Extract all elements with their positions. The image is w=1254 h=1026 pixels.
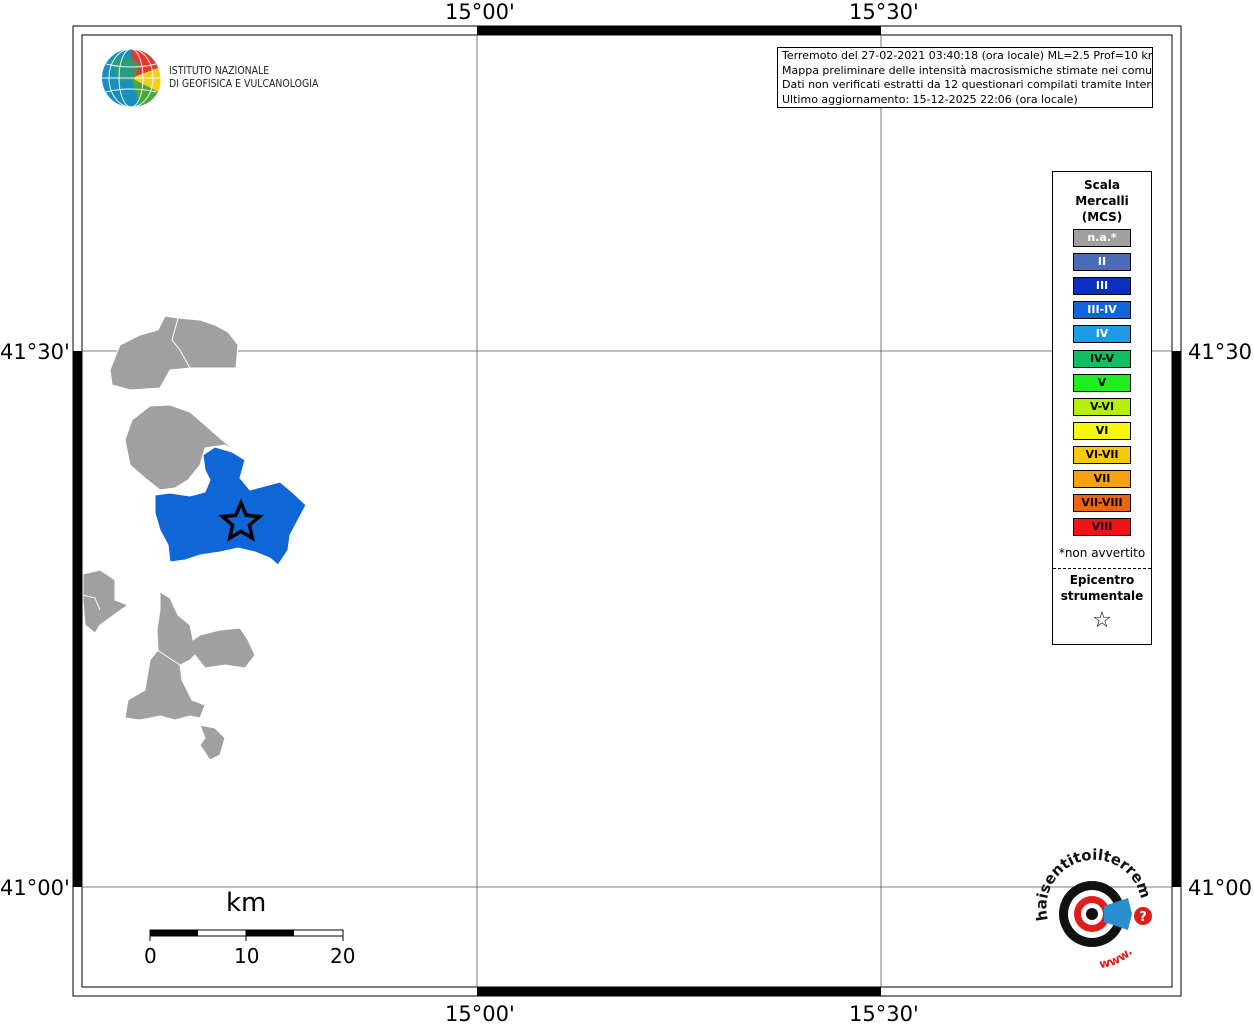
legend-swatch: V [1073, 373, 1131, 392]
svg-text:www.: www. [1098, 945, 1135, 972]
lat-label-left-4100: 41°00' [0, 876, 70, 900]
legend-swatch: VII [1073, 470, 1131, 488]
info-line-last-update: Ultimo aggiornamento: 15-12-2025 22:06 (… [782, 92, 1078, 106]
legend-swatch: III [1073, 277, 1131, 296]
lat-label-right-4130: 41°30' [1188, 340, 1254, 364]
lon-label-bottom-1500: 15°00' [445, 1002, 515, 1026]
ingv-logo-text: ISTITUTO NAZIONALE DI GEOFISICA E VULCAN… [169, 64, 318, 90]
scale-bar-tick-0: 0 [144, 944, 157, 968]
info-line-data-source: Dati non verificati estratti da 12 quest… [782, 78, 1153, 91]
legend-swatch: VI-VII [1073, 445, 1131, 464]
lat-label-left-4130: 41°30' [0, 340, 70, 364]
legend-title-line: Mercalli [1075, 194, 1129, 208]
mcs-legend: Scala Mercalli (MCS) n.a.* II III III-IV IV I… [1052, 171, 1152, 645]
watermark-site: www. [1098, 945, 1135, 972]
legend-epicenter-line: Epicentro [1069, 573, 1135, 587]
legend-note: *non avvertito [1058, 546, 1146, 560]
event-info-box: Terremoto del 27-02-2021 03:40:18 (ora l… [777, 47, 1153, 108]
legend-title-line: Scala [1083, 178, 1121, 192]
legend-swatch: VI [1073, 421, 1131, 440]
legend-swatch: n.a.* [1073, 229, 1131, 247]
legend-separator [1053, 568, 1151, 569]
municipality-area [124, 591, 256, 721]
legend-swatch: IV [1073, 325, 1131, 344]
municipality-area [82, 569, 130, 634]
scale-bar-unit: km [226, 888, 267, 918]
lon-label-top-1500: 15°00' [445, 0, 515, 24]
scale-bar-tick-10: 10 [234, 944, 260, 968]
municipality-area [109, 315, 239, 391]
ingv-logo-line-2: DI GEOFISICA E VULCANOLOGIA [169, 77, 319, 90]
legend-epicenter-line: strumentale [1060, 589, 1144, 603]
scale-bar-tick-20: 20 [330, 944, 356, 968]
lon-label-bottom-1530: 15°30' [849, 1002, 919, 1026]
legend-title: Scala Mercalli (MCS) [1053, 177, 1151, 225]
legend-swatch: VIII [1073, 518, 1131, 537]
legend-swatch: II [1073, 253, 1131, 272]
legend-swatch: V-VI [1073, 397, 1131, 416]
legend-star-icon: ☆ [1092, 608, 1112, 633]
scale-bar [149, 929, 344, 941]
svg-text:?: ? [1139, 910, 1147, 925]
lon-label-top-1530: 15°30' [849, 0, 919, 24]
ingv-logo-line-1: ISTITUTO NAZIONALE [169, 64, 270, 77]
legend-epicenter-label: Epicentro strumentale [1053, 572, 1151, 604]
municipality-area [124, 404, 216, 491]
legend-swatch: VII-VIII [1073, 494, 1131, 513]
legend-swatch: III-IV [1073, 301, 1131, 320]
legend-swatch: IV-V [1073, 349, 1131, 368]
lat-label-right-4100: 41°00' [1188, 876, 1254, 900]
info-line-description: Mappa preliminare delle intensità macros… [782, 63, 1153, 77]
municipality-area [199, 724, 226, 761]
ingv-logo-icon [102, 48, 161, 108]
legend-title-line: (MCS) [1081, 210, 1123, 224]
info-line-event: Terremoto del 27-02-2021 03:40:18 (ora l… [782, 49, 1153, 62]
